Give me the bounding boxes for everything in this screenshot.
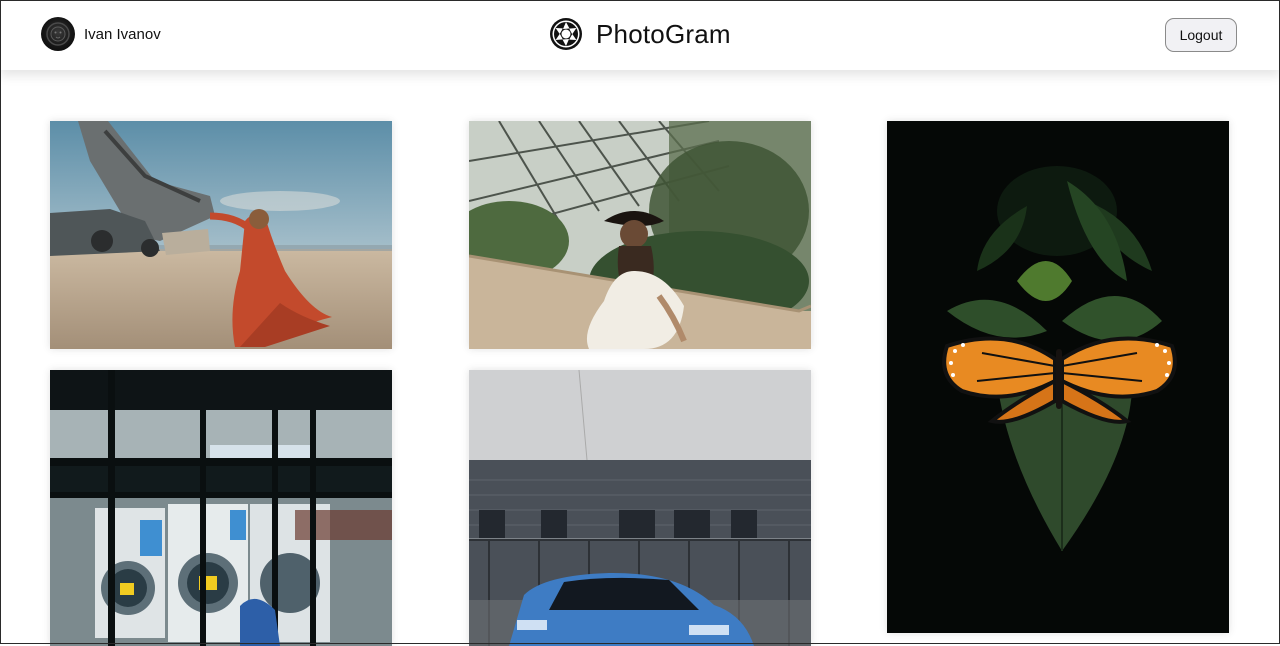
avatar[interactable] — [41, 17, 75, 51]
photo-image — [469, 370, 811, 646]
top-bar: Ivan Ivanov PhotoGram Logout — [0, 0, 1280, 70]
logout-button[interactable]: Logout — [1165, 18, 1237, 52]
photo-card-monarch-butterfly[interactable] — [887, 121, 1229, 633]
brand-name[interactable]: PhotoGram — [596, 19, 731, 50]
photo-image — [50, 370, 392, 646]
photo-image — [50, 121, 392, 349]
camera-aperture-icon — [548, 16, 584, 52]
avatar-lion-icon — [46, 22, 70, 46]
photo-image — [469, 121, 811, 349]
photo-card-woman-red-dress[interactable] — [50, 121, 392, 349]
photo-image — [887, 121, 1229, 633]
photo-gallery — [0, 70, 1280, 646]
photo-card-woman-greenhouse[interactable] — [469, 121, 811, 349]
brand[interactable]: PhotoGram — [548, 16, 731, 52]
user-info[interactable]: Ivan Ivanov — [41, 17, 161, 51]
user-name[interactable]: Ivan Ivanov — [84, 26, 161, 43]
photo-card-laundromat[interactable] — [50, 370, 392, 646]
photo-card-blue-car[interactable] — [469, 370, 811, 646]
